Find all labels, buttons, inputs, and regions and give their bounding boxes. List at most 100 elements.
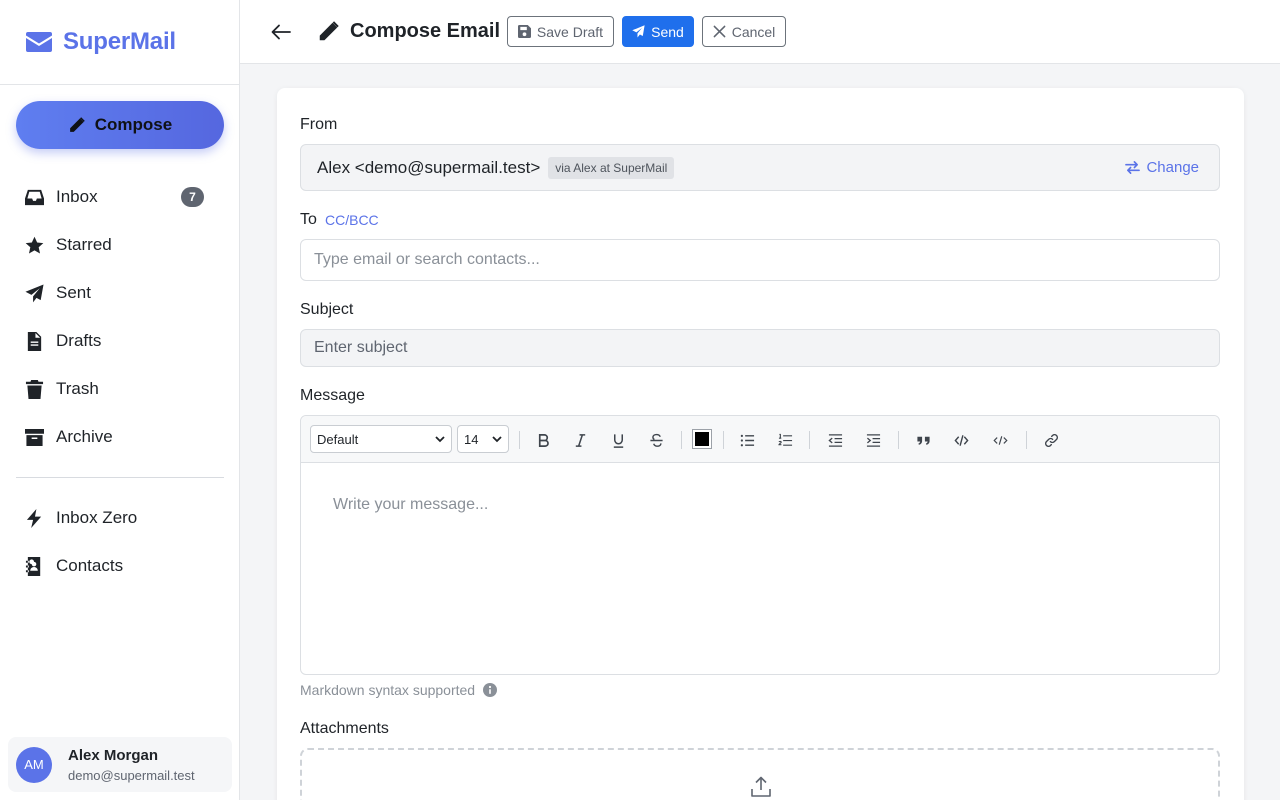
save-draft-label: Save Draft xyxy=(536,23,604,40)
from-address: Alex <demo@supermail.test> xyxy=(317,157,541,177)
outdent-button[interactable] xyxy=(824,429,846,451)
strikethrough-icon xyxy=(649,433,663,447)
paper-plane-icon xyxy=(632,25,645,38)
chevron-down-icon xyxy=(435,436,445,443)
outdent-icon xyxy=(827,433,842,447)
italic-button[interactable] xyxy=(569,429,591,451)
numbered-list-button[interactable] xyxy=(774,429,796,451)
subject-field[interactable] xyxy=(300,329,1220,367)
underline-icon xyxy=(613,433,623,448)
font-size-value: 14 xyxy=(464,431,479,447)
message-editor: Default 14 xyxy=(300,415,1220,675)
bold-button[interactable] xyxy=(532,429,554,451)
to-field[interactable] xyxy=(300,239,1220,281)
archive-icon xyxy=(24,427,44,447)
editor-toolbar: Default 14 xyxy=(301,416,1219,463)
sidebar-item-contacts[interactable]: Contacts xyxy=(0,542,240,590)
toolbar-separator xyxy=(1026,431,1027,449)
bold-icon xyxy=(538,433,549,447)
info-icon[interactable] xyxy=(483,683,498,697)
app-name: SuperMail xyxy=(63,28,176,55)
send-label: Send xyxy=(651,23,684,40)
chevron-down-icon xyxy=(492,436,502,443)
sidebar-item-sent[interactable]: Sent xyxy=(0,269,240,317)
cancel-button[interactable]: Cancel xyxy=(702,16,786,47)
sidebar-item-label: Inbox Zero xyxy=(56,508,138,527)
file-icon xyxy=(24,331,44,351)
code-block-button[interactable] xyxy=(989,429,1011,451)
from-field: Alex <demo@supermail.test> via Alex at S… xyxy=(300,144,1220,191)
bullet-list-button[interactable] xyxy=(736,429,758,451)
close-icon xyxy=(713,25,726,38)
sidebar-item-label: Inbox xyxy=(56,187,98,206)
quote-icon xyxy=(916,436,930,445)
sender-identity-tag: via Alex at SuperMail xyxy=(548,156,675,179)
font-size-select[interactable]: 14 xyxy=(457,425,509,453)
font-family-select[interactable]: Default xyxy=(310,425,452,453)
sidebar-item-inbox-zero[interactable]: Inbox Zero xyxy=(0,494,240,542)
sidebar: SuperMail Compose Inbox 7 Starred Sent D… xyxy=(0,0,240,800)
sidebar-item-drafts[interactable]: Drafts xyxy=(0,317,240,365)
user-email: demo@supermail.test xyxy=(68,767,195,783)
avatar: AM xyxy=(16,746,52,783)
code-button[interactable] xyxy=(950,429,972,451)
user-info: Alex Morgan demo@supermail.test xyxy=(68,747,195,783)
cc-bcc-toggle[interactable]: CC/BCC xyxy=(325,212,379,228)
sidebar-item-trash[interactable]: Trash xyxy=(0,365,240,413)
insert-link-button[interactable] xyxy=(1040,429,1062,451)
floppy-disk-icon xyxy=(517,25,531,38)
page-header: Compose Email xyxy=(317,20,500,43)
inbox-icon xyxy=(24,187,44,207)
main-nav: Inbox 7 Starred Sent Drafts Trash Archiv… xyxy=(0,173,240,461)
link-icon xyxy=(1044,433,1058,447)
bullet-list-icon xyxy=(740,434,754,446)
user-profile[interactable]: AM Alex Morgan demo@supermail.test xyxy=(8,737,232,792)
change-sender-link[interactable]: Change xyxy=(1125,159,1199,176)
sidebar-item-label: Contacts xyxy=(56,556,124,575)
attachment-drop-zone[interactable] xyxy=(300,748,1220,800)
trash-icon xyxy=(24,379,44,399)
compose-button[interactable]: Compose xyxy=(16,101,224,149)
page-title: Compose Email xyxy=(350,20,501,42)
back-arrow-icon[interactable] xyxy=(270,22,292,42)
address-book-icon xyxy=(24,556,44,576)
text-color-picker[interactable] xyxy=(692,429,712,449)
to-label: To xyxy=(300,211,317,228)
from-label: From xyxy=(300,116,338,133)
font-family-value: Default xyxy=(317,431,359,447)
italic-icon xyxy=(575,433,585,447)
markdown-hint-text: Markdown syntax supported xyxy=(300,682,476,698)
star-icon xyxy=(24,235,44,255)
strikethrough-button[interactable] xyxy=(645,429,667,451)
indent-button[interactable] xyxy=(862,429,884,451)
numbered-list-icon xyxy=(777,433,792,446)
message-body[interactable] xyxy=(301,463,1219,674)
nav-divider xyxy=(16,477,224,478)
pencil-icon xyxy=(319,20,339,40)
sidebar-item-archive[interactable]: Archive xyxy=(0,413,240,461)
sidebar-item-inbox[interactable]: Inbox 7 xyxy=(0,173,240,221)
sidebar-item-label: Trash xyxy=(56,379,99,398)
user-name: Alex Morgan xyxy=(68,746,159,764)
save-draft-button[interactable]: Save Draft xyxy=(507,16,614,47)
toolbar-separator xyxy=(723,431,724,449)
indent-icon xyxy=(866,433,880,447)
toolbar-separator xyxy=(681,431,682,449)
attachments-label: Attachments xyxy=(300,720,389,737)
toolbar-separator xyxy=(519,431,520,449)
sidebar-item-label: Sent xyxy=(56,283,91,302)
underline-button[interactable] xyxy=(607,429,629,451)
pencil-icon xyxy=(69,116,85,132)
upload-icon xyxy=(751,776,771,797)
change-label: Change xyxy=(1146,159,1199,176)
send-button[interactable]: Send xyxy=(622,16,694,47)
unread-count-badge: 7 xyxy=(181,187,204,207)
code-icon xyxy=(953,434,969,446)
sidebar-item-starred[interactable]: Starred xyxy=(0,221,240,269)
sidebar-item-label: Archive xyxy=(56,427,113,446)
top-bar: Compose Email Save Draft Send Cancel xyxy=(240,0,1280,64)
brand[interactable]: SuperMail xyxy=(0,0,239,85)
cancel-label: Cancel xyxy=(731,23,776,40)
quote-button[interactable] xyxy=(912,429,934,451)
envelope-icon xyxy=(26,32,52,52)
